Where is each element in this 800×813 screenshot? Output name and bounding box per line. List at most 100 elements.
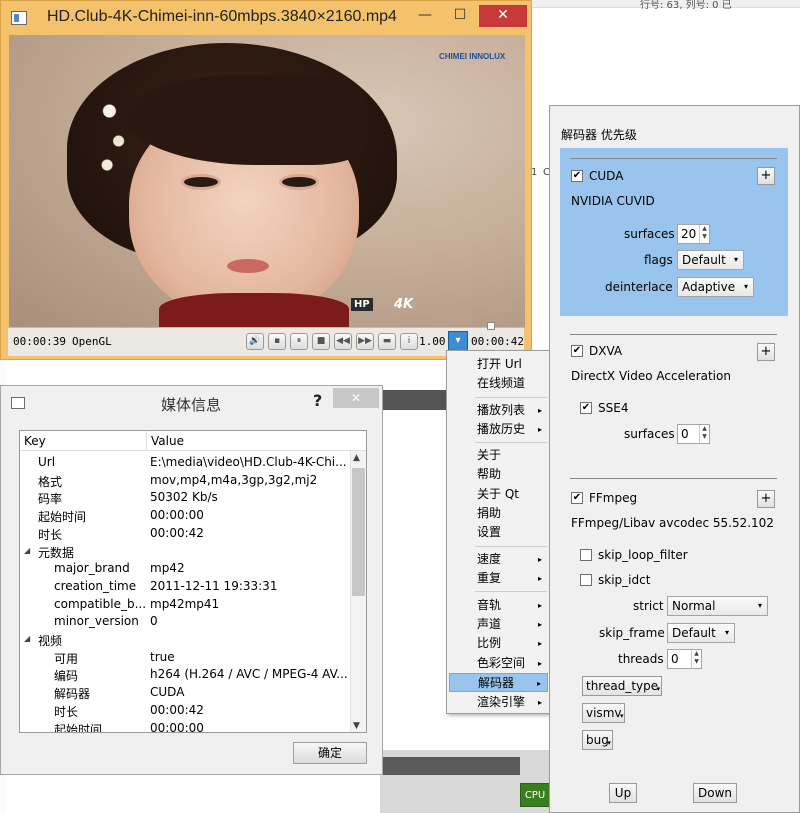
menu-item-donate[interactable]: 捐助 (449, 504, 548, 523)
maximize-button[interactable]: ☐ (447, 5, 473, 27)
tree-row[interactable]: 时长 00:00:42 (20, 702, 350, 720)
spin-arrows-icon[interactable]: ▲ ▼ (691, 650, 701, 668)
menu-item-repeat[interactable]: 重复 ▸ (449, 569, 548, 588)
row-key: major_brand (54, 561, 130, 576)
menu-item-channel[interactable]: 声道 ▸ (449, 615, 548, 634)
expand-icon[interactable]: ◢ (24, 634, 30, 643)
scrollbar-thumb[interactable] (352, 468, 365, 596)
menu-item-history[interactable]: 播放历史 ▸ (449, 420, 548, 439)
tree-row[interactable]: minor_version 0 (20, 613, 350, 631)
minimize-button[interactable]: — (412, 5, 438, 27)
scroll-up-icon[interactable]: ▲ (353, 453, 360, 463)
dialog-titlebar[interactable]: 媒体信息 ? ✕ (1, 386, 382, 418)
screenshot-icon[interactable]: ▪ (268, 333, 286, 350)
flags-combobox[interactable]: Default ▾ (677, 250, 744, 270)
tree-row[interactable]: 编码 h264 (H.264 / AVC / MPEG-4 AV... (20, 666, 350, 684)
menu-item-help[interactable]: 帮助 (449, 465, 548, 484)
pause-icon[interactable]: ⏸ (290, 333, 308, 350)
vismv-button[interactable]: vismv ▾ (582, 703, 626, 723)
spin-arrows-icon[interactable]: ▲ ▼ (699, 225, 709, 243)
tree-row[interactable]: Url E:\media\video\HD.Club-4K-Chi... (20, 454, 350, 472)
tree-row-group[interactable]: ◢ 元数据 (20, 543, 350, 561)
move-down-button[interactable]: Down (693, 783, 737, 803)
menu-item-playlist[interactable]: 播放列表 ▸ (449, 401, 548, 420)
deinterlace-combobox[interactable]: Adaptive ▾ (677, 277, 754, 297)
ffmpeg-checkbox[interactable]: ✔ (571, 492, 583, 504)
ffmpeg-options-button[interactable]: + (757, 490, 775, 508)
menu-item-speed[interactable]: 速度 ▸ (449, 550, 548, 569)
help-button[interactable]: ? (313, 391, 322, 410)
menu-item-open-url[interactable]: 打开 Url (449, 355, 548, 374)
tree-row[interactable]: 起始时间 00:00:00 (20, 507, 350, 525)
dxva-checkbox[interactable]: ✔ (571, 345, 583, 357)
skip-loop-filter-checkbox[interactable] (580, 549, 592, 561)
menu-item-color-space[interactable]: 色彩空间 ▸ (449, 654, 548, 673)
menu-item-online-channels[interactable]: 在线频道 (449, 374, 548, 393)
close-button[interactable]: ✕ (333, 388, 379, 408)
tree-row-group[interactable]: ◢ 视频 (20, 631, 350, 649)
media-info-tree[interactable]: Key Value Url E:\media\video\HD.Club-4K-C… (19, 430, 367, 733)
sse4-checkbox[interactable]: ✔ (580, 402, 592, 414)
video-area[interactable]: CHIMEI INNOLUX HP 4K (9, 35, 525, 328)
menu-item-label: 声道 (477, 617, 502, 631)
tree-row[interactable]: compatible_b... mp42mp41 (20, 596, 350, 614)
tree-row[interactable]: 解码器 CUDA (20, 684, 350, 702)
open-file-icon[interactable]: ▬ (378, 333, 396, 350)
seek-slider-handle[interactable] (487, 322, 495, 330)
cpu-badge[interactable]: CPU (520, 783, 550, 807)
menu-item-audio-track[interactable]: 音轨 ▸ (449, 596, 548, 615)
row-key: 解码器 (54, 687, 91, 702)
menu-item-about[interactable]: 关于 (449, 446, 548, 465)
column-header-key[interactable]: Key (24, 434, 46, 448)
tree-row[interactable]: 可用 true (20, 649, 350, 667)
decoder-group-ffmpeg[interactable]: ✔ FFmpeg + FFmpeg/Libav avcodec 55.52.10… (560, 478, 788, 758)
menu-item-decoder[interactable]: 解码器 ▸ (449, 673, 548, 692)
decoder-name: FFmpeg (589, 491, 638, 505)
close-button[interactable]: ✕ (479, 5, 527, 27)
menu-item-settings[interactable]: 设置 (449, 523, 548, 542)
tree-row[interactable]: 起始时间 00:00:00 (20, 720, 350, 733)
forward-icon[interactable]: ▶▶ (356, 333, 374, 350)
volume-icon[interactable]: 🔊 (246, 333, 264, 350)
row-value: 00:00:42 (150, 702, 204, 717)
menu-item-renderer[interactable]: 渲染引擎 ▸ (449, 693, 548, 712)
tree-row[interactable]: 格式 mov,mp4,m4a,3gp,3g2,mj2 (20, 472, 350, 490)
tree-row[interactable]: 码率 50302 Kb/s (20, 489, 350, 507)
info-icon[interactable]: i (400, 333, 418, 350)
decoder-group-cuda[interactable]: ✔ CUDA + NVIDIA CUVID surfaces 20 ▲ ▼ fla… (560, 148, 788, 316)
surfaces-spinbox[interactable]: 20 ▲ ▼ (677, 224, 710, 244)
tree-row[interactable]: 时长 00:00:42 (20, 525, 350, 543)
deinterlace-label: deinterlace (605, 280, 673, 294)
button-label: bug (586, 733, 609, 747)
stop-icon[interactable]: ■ (312, 333, 330, 350)
thread-type-button[interactable]: thread_type ▾ (582, 676, 663, 696)
threads-spinbox[interactable]: 0 ▲ ▼ (667, 649, 702, 669)
menu-item-aspect-ratio[interactable]: 比例 ▸ (449, 634, 548, 653)
strict-combobox[interactable]: Normal ▾ (667, 596, 768, 616)
player-titlebar[interactable]: HD.Club-4K-Chimei-inn-60mbps.3840×2160.m… (1, 1, 533, 35)
menu-item-about-qt[interactable]: 关于 Qt (449, 485, 548, 504)
dxva-options-button[interactable]: + (757, 343, 775, 361)
ok-button[interactable]: 确定 (293, 742, 367, 764)
spin-arrows-icon[interactable]: ▲ ▼ (699, 425, 709, 443)
surfaces-spinbox[interactable]: 0 ▲ ▼ (677, 424, 710, 444)
tree-row[interactable]: creation_time 2011-12-11 19:33:31 (20, 578, 350, 596)
menu-item-label: 播放历史 (477, 422, 526, 436)
move-up-button[interactable]: Up (609, 783, 637, 803)
cuda-checkbox[interactable]: ✔ (571, 170, 583, 182)
skip-frame-combobox[interactable]: Default ▾ (667, 623, 735, 643)
cuda-options-button[interactable]: + (757, 167, 775, 185)
scroll-down-icon[interactable]: ▼ (353, 721, 360, 731)
column-divider[interactable] (146, 431, 147, 451)
skip-frame-label: skip_frame (599, 626, 665, 640)
video-frame-hair-ornament (91, 75, 137, 195)
expand-icon[interactable]: ◢ (24, 546, 30, 555)
skip-idct-checkbox[interactable] (580, 574, 592, 586)
decoder-group-dxva[interactable]: ✔ DXVA + DirectX Video Acceleration ✔ SS… (560, 334, 788, 474)
rewind-icon[interactable]: ◀◀ (334, 333, 352, 350)
video-frame-lips (227, 259, 269, 273)
column-header-value[interactable]: Value (151, 434, 184, 448)
menu-toggle-button[interactable]: ▾ (448, 331, 468, 351)
bug-button[interactable]: bug ▾ (582, 730, 613, 750)
tree-row[interactable]: major_brand mp42 (20, 560, 350, 578)
